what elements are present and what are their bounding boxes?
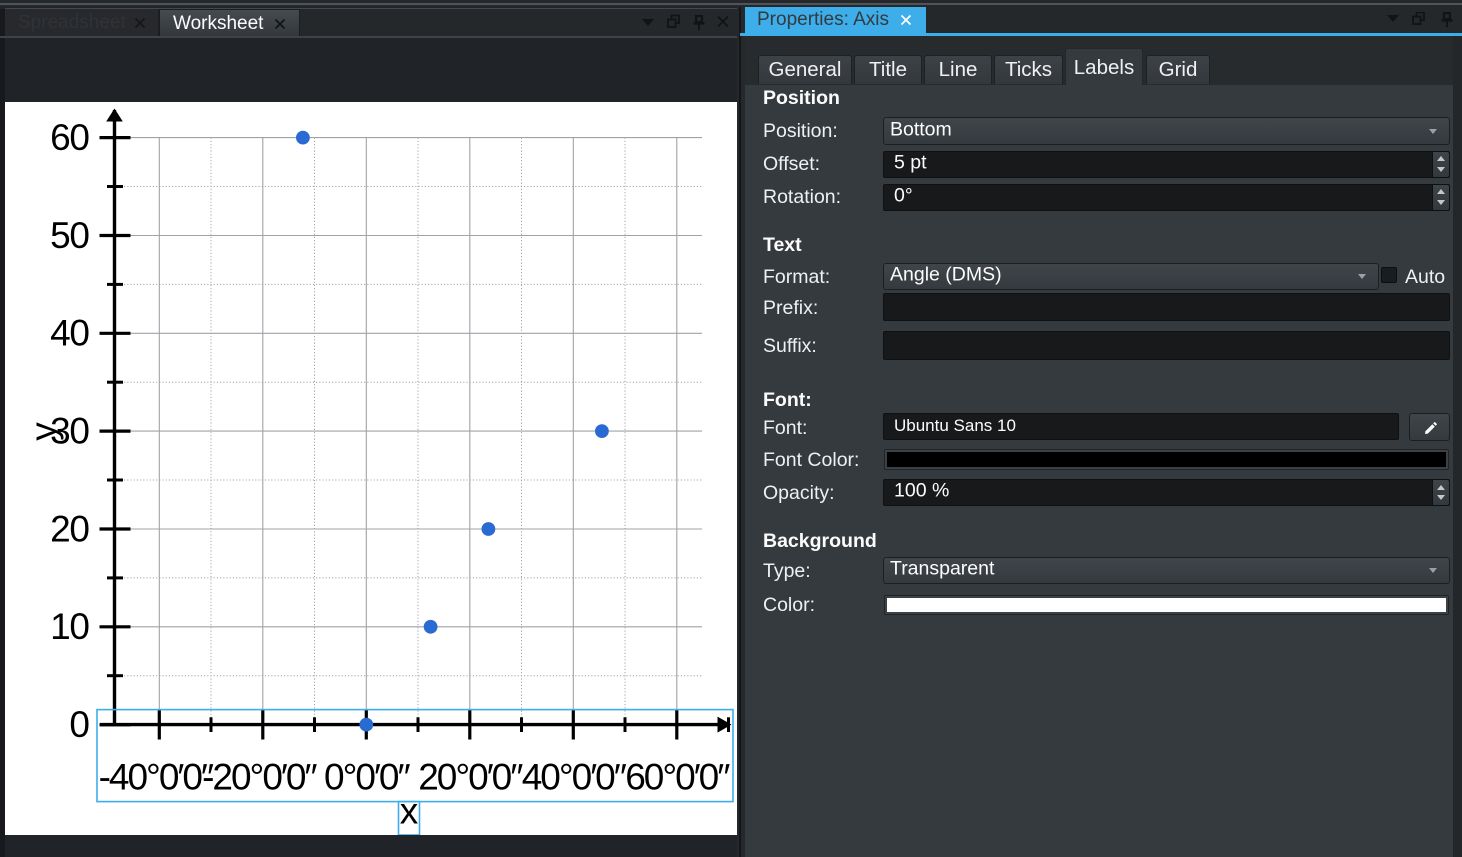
svg-text:0°0′0″: 0°0′0″	[324, 757, 410, 798]
svg-text:y: y	[23, 422, 64, 441]
svg-text:20: 20	[50, 508, 89, 549]
svg-text:x: x	[400, 791, 419, 832]
svg-text:40: 40	[50, 313, 89, 354]
svg-text:10: 10	[50, 606, 89, 647]
svg-text:-20°0′0″: -20°0′0″	[202, 757, 317, 798]
svg-text:40°0′0″: 40°0′0″	[522, 757, 627, 798]
svg-text:60: 60	[50, 117, 89, 158]
svg-text:50: 50	[50, 215, 89, 256]
svg-text:60°0′0″: 60°0′0″	[625, 757, 730, 798]
svg-text:-40°0′0″: -40°0′0″	[99, 757, 214, 798]
svg-text:20°0′0″: 20°0′0″	[418, 757, 523, 798]
svg-text:0: 0	[69, 704, 89, 745]
